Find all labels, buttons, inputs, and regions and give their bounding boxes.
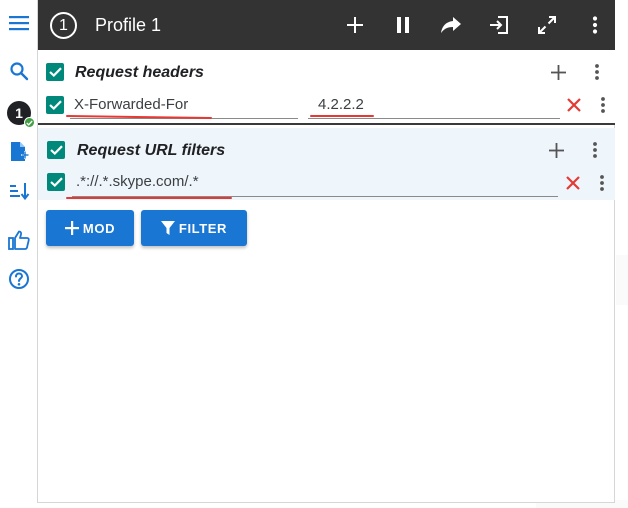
profile-title[interactable]: Profile 1 (95, 14, 161, 36)
annotation-underline-url-filter (66, 197, 232, 199)
left-rail: 1 (0, 0, 38, 503)
request-headers-checkbox[interactable] (46, 63, 64, 81)
header-name-input[interactable]: X-Forwarded-For (74, 96, 188, 113)
top-bar: 1 Profile 1 (38, 0, 615, 50)
filters-more-vert-icon[interactable] (583, 138, 607, 162)
filter-row-more-vert-icon[interactable] (590, 171, 614, 195)
add-header-icon[interactable] (546, 60, 570, 84)
add-file-icon[interactable] (4, 137, 34, 167)
active-profile-button[interactable]: 1 (4, 98, 35, 128)
active-profile-number: 1 (15, 105, 23, 121)
help-icon[interactable] (4, 264, 34, 294)
add-filter-label: FILTER (178, 220, 228, 236)
thumbs-up-icon[interactable] (4, 225, 34, 255)
add-filter-button[interactable]: FILTER (141, 210, 247, 246)
add-mod-label: MOD (82, 220, 116, 236)
request-headers-section: Request headers X-Forwarded-For 4.2.2.2 (38, 50, 615, 125)
plus-icon (64, 221, 79, 235)
headers-more-vert-icon[interactable] (585, 60, 609, 84)
header-value-input[interactable]: 4.2.2.2 (318, 96, 364, 113)
modheader-panel: 1 Profile 1 Request headers X-Forwarded-… (38, 0, 615, 503)
request-url-filters-checkbox[interactable] (47, 141, 65, 159)
delete-header-icon[interactable] (562, 93, 586, 117)
sort-icon[interactable] (4, 176, 34, 206)
share-icon[interactable] (436, 10, 466, 40)
url-filter-input[interactable]: .*://.*.skype.com/.* (76, 173, 199, 190)
header-row-more-vert-icon[interactable] (591, 93, 615, 117)
background-page-fragment (616, 255, 628, 305)
menu-icon[interactable] (4, 8, 34, 38)
url-filter-row-checkbox[interactable] (47, 173, 65, 191)
more-vert-icon[interactable] (580, 10, 610, 40)
delete-filter-icon[interactable] (561, 171, 585, 195)
add-filter-icon[interactable] (544, 138, 568, 162)
active-profile-badge: 1 (7, 101, 35, 128)
header-value-underline (308, 118, 560, 119)
header-row-checkbox[interactable] (46, 96, 64, 114)
app-root: 1 1 Profile 1 Request headers X-Forwarde… (0, 0, 628, 508)
request-url-filters-title: Request URL filters (77, 142, 226, 159)
search-icon[interactable] (4, 56, 34, 86)
add-mod-button[interactable]: MOD (46, 210, 134, 246)
filter-funnel-icon (160, 221, 175, 235)
annotation-underline-header-value (310, 115, 374, 117)
profile-number-badge[interactable]: 1 (50, 12, 77, 39)
request-url-filters-section: Request URL filters .*://.*.skype.com/.* (38, 128, 615, 200)
pause-icon[interactable] (388, 10, 418, 40)
expand-icon[interactable] (532, 10, 562, 40)
request-headers-title: Request headers (75, 64, 204, 81)
import-icon[interactable] (484, 10, 514, 40)
active-check-icon (24, 117, 35, 128)
add-icon[interactable] (340, 10, 370, 40)
